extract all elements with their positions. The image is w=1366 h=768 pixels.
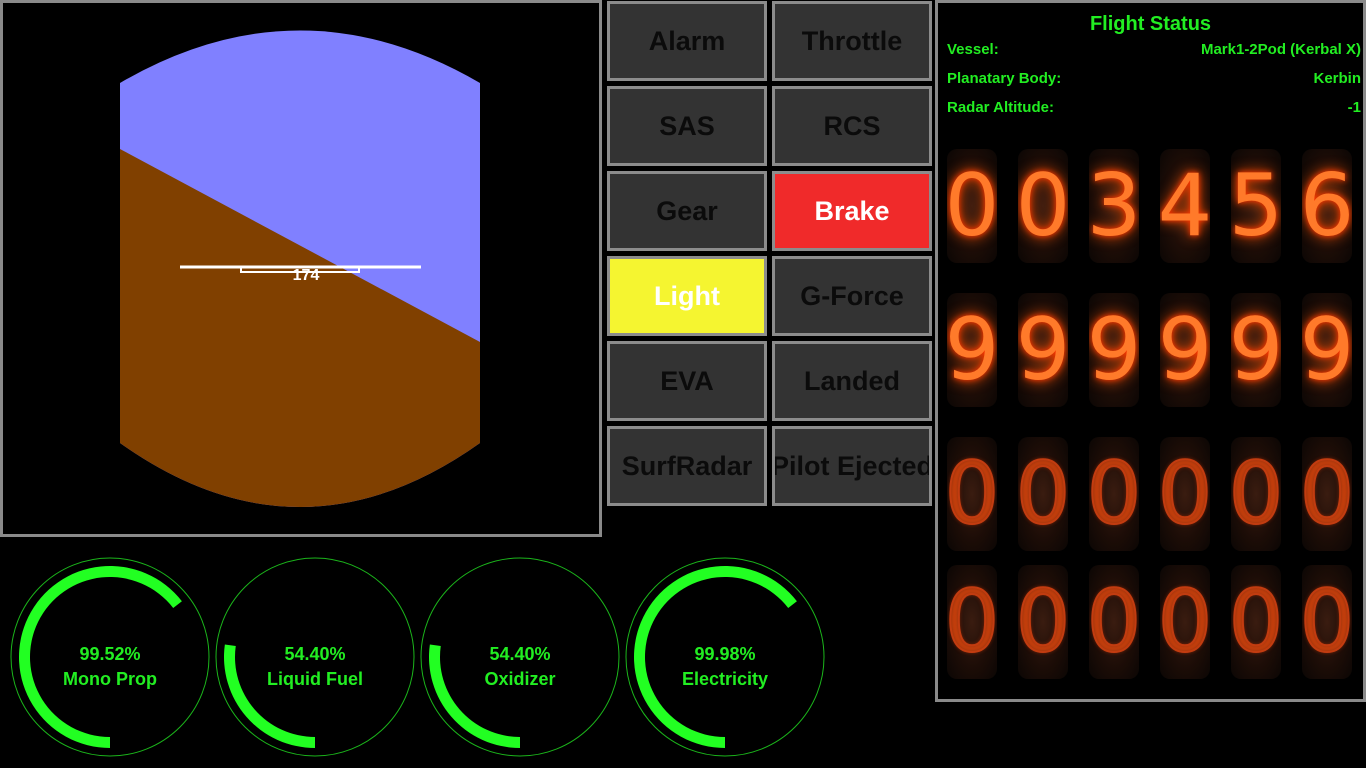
gauge-label: Electricity <box>681 669 769 689</box>
nixie-digit: 9 <box>1089 300 1139 400</box>
nixie-tube: 9 <box>1231 293 1281 407</box>
nixie-digit: 6 <box>1302 156 1352 256</box>
nixie-digit: 0 <box>1302 571 1352 673</box>
nixie-digit: 9 <box>1160 300 1210 400</box>
gauge-label: Liquid Fuel <box>267 669 363 689</box>
flight-status-panel: Flight Status Vessel: Mark1-2Pod (Kerbal… <box>935 0 1366 702</box>
nixie-tube: 0 <box>1302 437 1352 551</box>
nixie-digit: 5 <box>1231 156 1281 256</box>
nixie-digit: 9 <box>1018 300 1068 400</box>
nixie-tube: 0 <box>947 149 997 263</box>
nixie-digit: 0 <box>1160 443 1210 545</box>
gauge-percent: 54.40% <box>489 644 551 664</box>
gauge-percent: 99.52% <box>79 644 141 664</box>
attitude-display: 174 <box>120 30 480 507</box>
radar-altitude-label: Radar Altitude: <box>947 99 1054 116</box>
gauge-percent: 54.40% <box>284 644 346 664</box>
flight-status-title: Flight Status <box>1089 13 1212 35</box>
nixie-digit: 0 <box>1160 571 1210 673</box>
gauge-percent: 99.98% <box>694 644 756 664</box>
nixie-tube: 0 <box>947 437 997 551</box>
nixie-tube: 0 <box>1089 437 1139 551</box>
nixie-digit: 0 <box>1231 443 1281 545</box>
nixie-tube: 0 <box>1018 149 1068 263</box>
nixie-digit: 0 <box>947 443 997 545</box>
nixie-tube: 9 <box>1302 293 1352 407</box>
brake-button[interactable]: Brake <box>772 171 932 251</box>
mono-prop-gauge: 99.52% Mono Prop <box>9 556 211 758</box>
nixie-digit: 0 <box>1018 156 1068 256</box>
gauge-label: Mono Prop <box>63 669 157 689</box>
nixie-digit: 0 <box>1018 571 1068 673</box>
nixie-digit: 3 <box>1089 156 1139 256</box>
radar-altitude-row: Radar Altitude: -1 <box>947 99 1361 119</box>
nixie-tube: 9 <box>1160 293 1210 407</box>
oxidizer-gauge: 54.40% Oxidizer <box>419 556 621 758</box>
landed-button[interactable]: Landed <box>772 341 932 421</box>
rcs-button[interactable]: RCS <box>772 86 932 166</box>
pilot-ejected-button[interactable]: Pilot Ejected <box>772 426 932 506</box>
pitch-readout: 174 <box>293 267 320 284</box>
nixie-digit: 0 <box>1018 443 1068 545</box>
nixie-tube: 0 <box>1160 437 1210 551</box>
liquid-fuel-gauge: 54.40% Liquid Fuel <box>214 556 416 758</box>
vessel-value: Mark1-2Pod (Kerbal X) <box>1200 41 1361 58</box>
vessel-row: Vessel: Mark1-2Pod (Kerbal X) <box>947 41 1361 61</box>
sas-button[interactable]: SAS <box>607 86 767 166</box>
attitude-indicator: 174 <box>0 0 602 537</box>
nixie-digit: 4 <box>1160 156 1210 256</box>
nixie-tube: 9 <box>947 293 997 407</box>
nixie-tube: 0 <box>1018 565 1068 679</box>
nixie-tube: 0 <box>1231 565 1281 679</box>
planetary-body-value: Kerbin <box>1313 70 1361 87</box>
throttle-button[interactable]: Throttle <box>772 1 932 81</box>
gauge-label: Oxidizer <box>484 669 556 689</box>
nixie-tube: 0 <box>1231 437 1281 551</box>
planetary-body-label: Planatary Body: <box>947 70 1062 87</box>
nixie-tube: 4 <box>1160 149 1210 263</box>
nixie-tube: 9 <box>1018 293 1068 407</box>
nixie-tube: 0 <box>1160 565 1210 679</box>
electricity-gauge: 99.98% Electricity <box>624 556 826 758</box>
nixie-digit: 0 <box>1089 443 1139 545</box>
nixie-digit: 9 <box>947 300 997 400</box>
eva-button[interactable]: EVA <box>607 341 767 421</box>
g-force-button[interactable]: G-Force <box>772 256 932 336</box>
nixie-tube: 9 <box>1089 293 1139 407</box>
nixie-tube: 5 <box>1231 149 1281 263</box>
nixie-digit: 9 <box>1302 300 1352 400</box>
vessel-label: Vessel: <box>947 41 999 58</box>
nixie-digit: 0 <box>947 156 997 256</box>
light-button[interactable]: Light <box>607 256 767 336</box>
gear-button[interactable]: Gear <box>607 171 767 251</box>
nixie-digit: 0 <box>947 571 997 673</box>
nixie-digit: 0 <box>1089 571 1139 673</box>
nixie-tube: 0 <box>1018 437 1068 551</box>
nixie-tube: 6 <box>1302 149 1352 263</box>
nixie-digit: 9 <box>1231 300 1281 400</box>
nixie-digit: 0 <box>1231 571 1281 673</box>
nixie-tube: 3 <box>1089 149 1139 263</box>
nixie-tube: 0 <box>947 565 997 679</box>
radar-altitude-value: -1 <box>1347 99 1361 116</box>
nixie-tube: 0 <box>1302 565 1352 679</box>
surfradar-button[interactable]: SurfRadar <box>607 426 767 506</box>
alarm-button[interactable]: Alarm <box>607 1 767 81</box>
planetary-body-row: Planatary Body: Kerbin <box>947 70 1361 90</box>
nixie-digit: 0 <box>1302 443 1352 545</box>
nixie-tube: 0 <box>1089 565 1139 679</box>
